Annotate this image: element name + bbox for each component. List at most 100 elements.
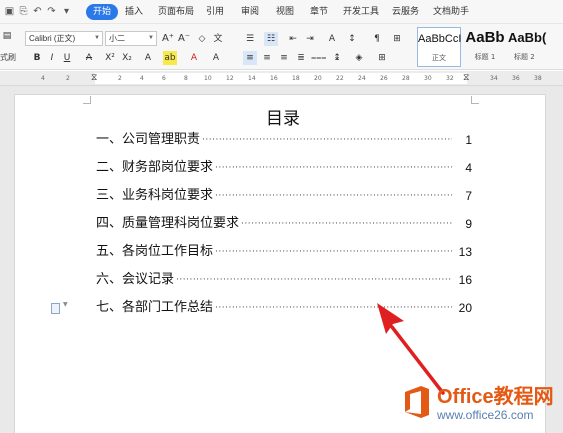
tab-page-layout[interactable]: 页面布局 (158, 4, 194, 20)
highlight-icon[interactable]: ab (163, 51, 177, 65)
ruler-tick: 16 (270, 75, 278, 82)
subscript-icon[interactable]: X₂ (120, 51, 134, 65)
toc-entry[interactable]: 六、会议记录 ·································… (96, 270, 472, 290)
toc-entry-text: 七、各部门工作总结 (96, 300, 214, 315)
style-normal-name: 正文 (432, 54, 446, 62)
line-spacing-icon[interactable]: ↨ (330, 51, 344, 65)
style-heading-1-name: 标题 1 (474, 53, 496, 61)
tab-view[interactable]: 视图 (276, 4, 294, 20)
toc-entry[interactable]: 三、业务科岗位要求 ······························… (96, 186, 472, 206)
font-name-select[interactable]: Calibri (正文) ▼ (25, 31, 103, 46)
ruler-tick: 2 (66, 75, 70, 82)
style-heading-2-name: 标题 2 (514, 53, 535, 61)
margin-corner-mark (83, 96, 91, 104)
increase-indent-icon[interactable]: ⇥ (303, 32, 317, 46)
toc-entry-text: 五、各岗位工作目标 (96, 244, 214, 259)
align-center-icon[interactable]: ≡ (260, 51, 274, 65)
align-left-icon[interactable]: ≡ (243, 51, 257, 65)
ruler-tick: 6 (162, 75, 166, 82)
font-color-icon[interactable]: A (187, 51, 201, 65)
text-effect-icon[interactable]: A (141, 51, 155, 65)
print-preview-icon[interactable]: ⎘ (17, 5, 30, 18)
font-name-value: Calibri (正文) (29, 34, 76, 43)
ruler-tick: 24 (358, 75, 366, 82)
undo-icon[interactable]: ↶ (31, 5, 44, 18)
toc-entry-text: 四、质量管理科岗位要求 (96, 216, 240, 231)
distribute-icon[interactable]: ⩶ (311, 51, 326, 65)
ruler-tick: 34 (490, 75, 498, 82)
right-indent-marker-icon[interactable]: ⧖ (463, 73, 469, 84)
ruler-tick: 36 (512, 75, 520, 82)
align-right-icon[interactable]: ≡ (277, 51, 291, 65)
style-heading-1[interactable]: AaBb 标题 1 (463, 27, 507, 67)
ruler-tick: 10 (204, 75, 212, 82)
watermark-brand: Office教程网 (437, 386, 554, 408)
toc-entry-page: 4 (465, 161, 472, 175)
style-heading-2[interactable]: AaBb( 标题 2 (508, 27, 563, 67)
toc-entry[interactable]: 一、公司管理职责 ·······························… (96, 130, 472, 150)
table-icon[interactable]: ⊞ (390, 32, 404, 46)
toc-leader-dots: ········································… (202, 135, 452, 145)
tab-review[interactable]: 审阅 (241, 4, 259, 20)
clear-format-icon[interactable]: ◇ (195, 32, 209, 46)
underline-icon[interactable]: U (60, 51, 74, 65)
style-normal-preview: AaBbCcI (418, 33, 462, 45)
format-painter-label[interactable]: 式刷 (0, 51, 16, 65)
toc-entry-page: 1 (465, 133, 472, 147)
bullet-list-icon[interactable]: ☰ (243, 32, 257, 46)
shrink-font-icon[interactable]: A⁻ (177, 32, 191, 46)
indent-marker-icon[interactable]: ⧖ (91, 73, 97, 84)
paragraph-handle-icon[interactable] (51, 303, 60, 314)
tab-developer[interactable]: 开发工具 (343, 4, 379, 20)
bold-icon[interactable]: B (30, 51, 44, 65)
chevron-down-icon[interactable]: ▼ (63, 301, 68, 308)
ruler-tick: 12 (226, 75, 234, 82)
grow-font-icon[interactable]: A⁺ (161, 32, 175, 46)
superscript-icon[interactable]: X² (103, 51, 117, 65)
redo-icon[interactable]: ↷ (45, 5, 58, 18)
toc-entry[interactable]: 二、财务部岗位要求 ······························… (96, 158, 472, 178)
chinese-layout-icon[interactable]: A (325, 32, 339, 46)
toc-entry[interactable]: 七、各部门工作总结 ······························… (96, 298, 472, 318)
watermark-url: www.office26.com (437, 408, 534, 422)
tab-references[interactable]: 引用 (206, 4, 224, 20)
tab-insert[interactable]: 插入 (125, 4, 143, 20)
char-border-icon[interactable]: A (209, 51, 223, 65)
borders-icon[interactable]: ⊞ (375, 51, 389, 65)
customize-toolbar-chevron-icon[interactable]: ▾ (60, 5, 73, 18)
font-size-select[interactable]: 小二 ▼ (105, 31, 157, 46)
toc-entry-page: 16 (458, 273, 472, 287)
document-page[interactable]: 目录 一、公司管理职责 ····························… (14, 94, 546, 433)
paste-icon[interactable]: ▤ (0, 29, 14, 43)
toc-entry[interactable]: 五、各岗位工作目标 ······························… (96, 242, 472, 262)
toc-leader-dots: ········································… (215, 303, 452, 313)
tab-home[interactable]: 开始 (86, 4, 119, 20)
numbered-list-icon[interactable]: ☷ (264, 32, 278, 46)
toc-leader-dots: ········································… (215, 191, 452, 201)
toc-entry-page: 13 (458, 245, 472, 259)
menu-tab-bar: ▣ ⎘ ↶ ↷ ▾ 开始 插入 页面布局 引用 审阅 视图 章节 开发工具 云服… (0, 0, 563, 24)
tab-document-assistant[interactable]: 文档助手 (433, 4, 469, 20)
toc-entry[interactable]: 四、质量管理科岗位要求 ····························… (96, 214, 472, 234)
show-marks-icon[interactable]: ¶ (370, 32, 384, 46)
tab-cloud-service[interactable]: 云服务 (392, 4, 419, 20)
ruler-tick: 32 (446, 75, 454, 82)
ruler-tick: 4 (41, 75, 45, 82)
horizontal-ruler[interactable]: 4 2 ⧖ 2 4 6 8 10 12 14 16 18 20 22 24 26… (0, 71, 563, 86)
style-normal[interactable]: AaBbCcI 正文 (417, 27, 461, 67)
tab-chapter[interactable]: 章节 (310, 4, 328, 20)
strikethrough-icon[interactable]: A (82, 51, 96, 65)
decrease-indent-icon[interactable]: ⇤ (286, 32, 300, 46)
toc-entry-page: 9 (465, 217, 472, 231)
sort-icon[interactable]: ↕ (345, 32, 359, 46)
justify-icon[interactable]: ≣ (294, 51, 308, 65)
toc-entry-text: 二、财务部岗位要求 (96, 160, 214, 175)
toc-entry-page: 20 (458, 301, 472, 315)
pinyin-guide-icon[interactable]: 文 (211, 32, 225, 46)
toc-leader-dots: ········································… (176, 275, 452, 285)
ruler-tick: 20 (314, 75, 322, 82)
ruler-tick: 18 (292, 75, 300, 82)
shading-icon[interactable]: ◈ (352, 51, 366, 65)
save-icon[interactable]: ▣ (3, 5, 16, 18)
italic-icon[interactable]: I (45, 51, 59, 65)
